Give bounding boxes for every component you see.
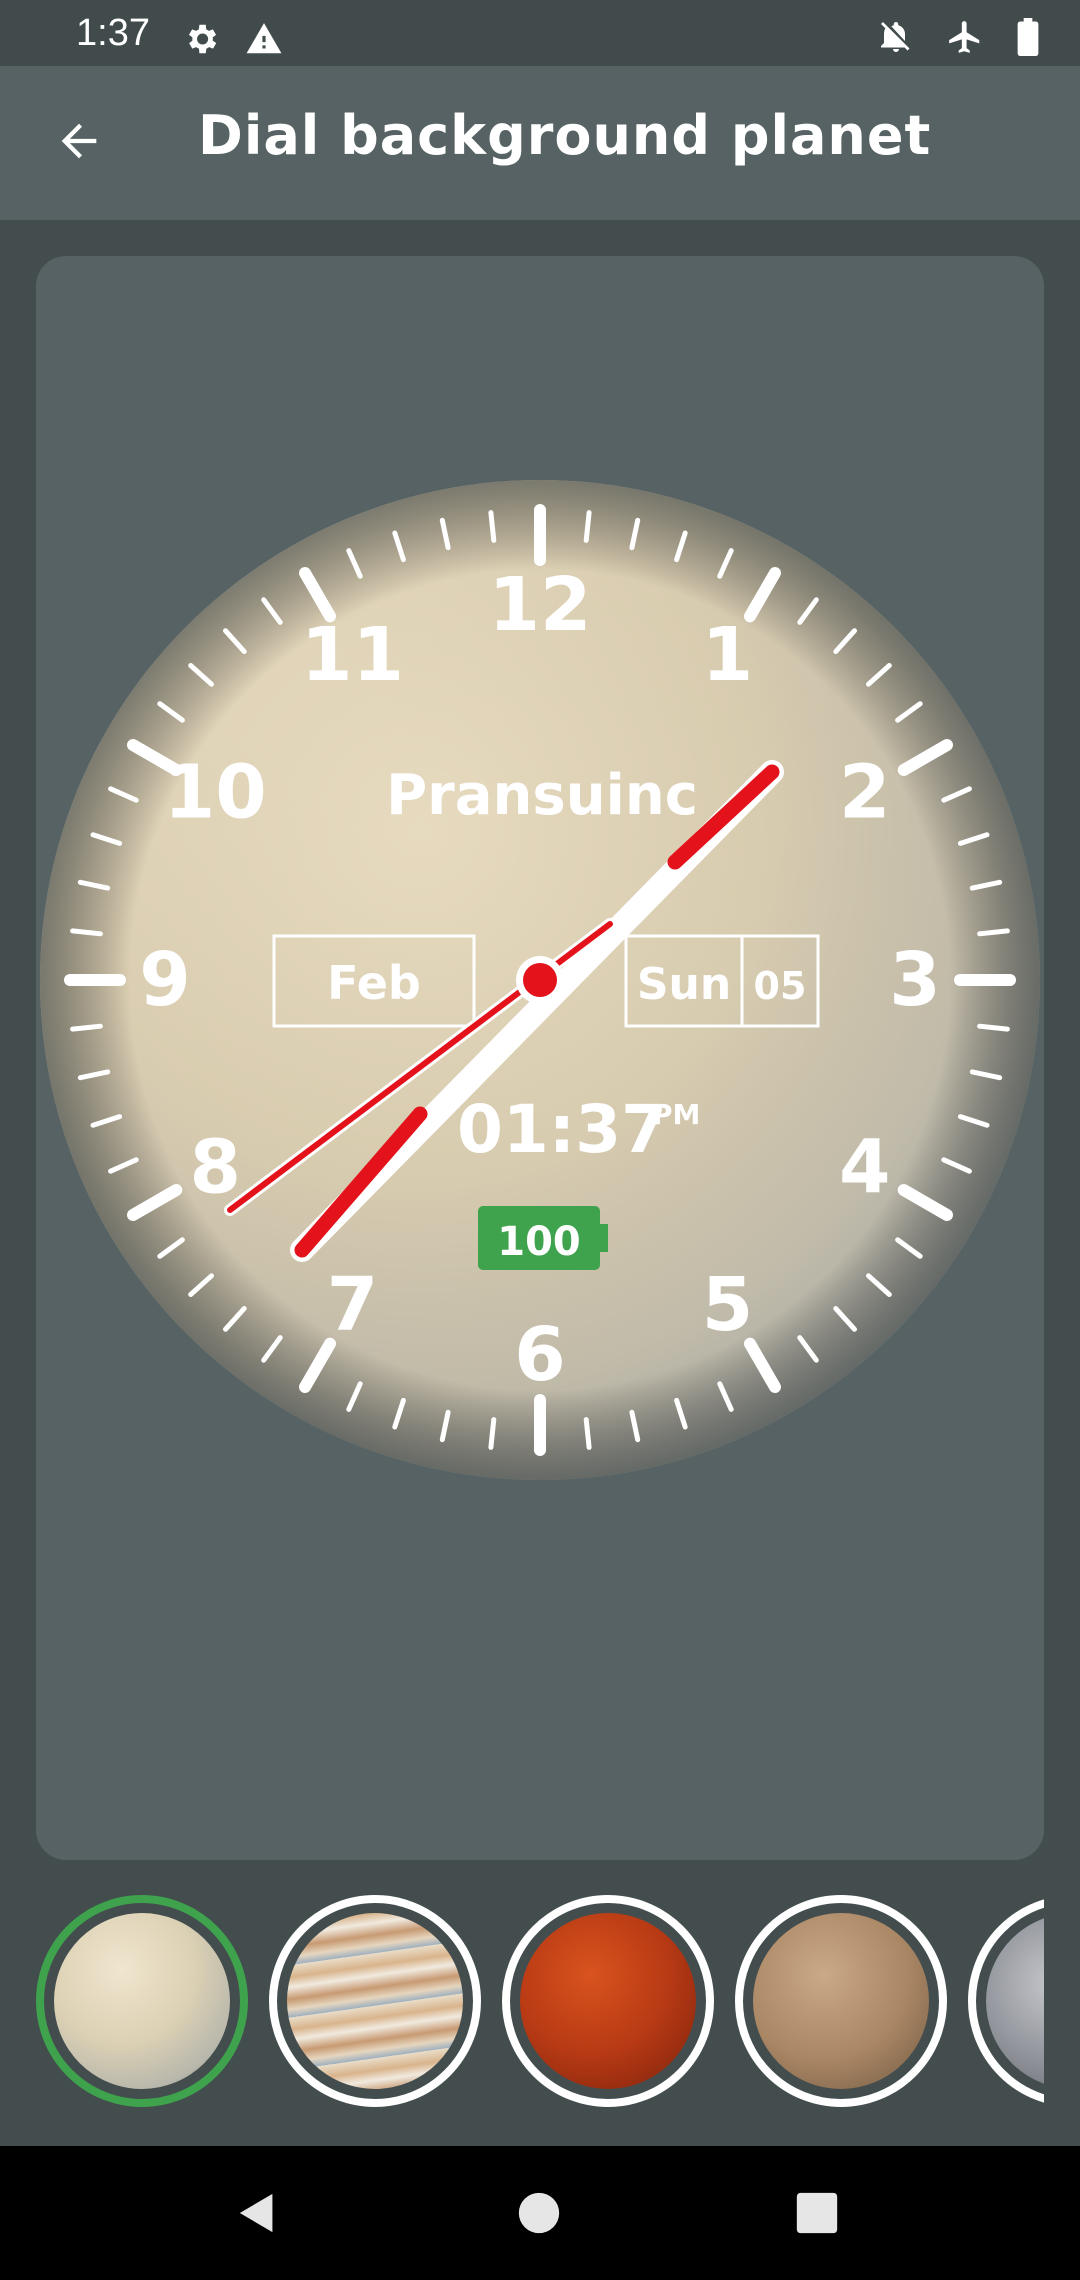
minute-tick	[488, 1417, 497, 1450]
notifications-off-icon	[881, 22, 910, 52]
page-title: Dial background planet	[198, 104, 932, 167]
month-label: Feb	[327, 956, 421, 1010]
back-triangle-icon	[239, 2193, 273, 2233]
home-circle-icon	[518, 2192, 560, 2234]
dial-numeral: 2	[839, 750, 891, 836]
hand-pivot-center	[523, 963, 557, 997]
warning-icon	[246, 23, 282, 54]
status-bar: 1:37	[0, 0, 1080, 66]
day-label: 05	[754, 964, 807, 1008]
planet-option-mars[interactable]	[502, 1895, 714, 2107]
nav-back-button[interactable]	[222, 2176, 296, 2250]
planet-moon-image	[986, 1913, 1044, 2089]
dial-numeral: 5	[702, 1262, 754, 1348]
minute-tick	[488, 510, 497, 543]
minute-tick	[70, 1023, 103, 1032]
gear-icon	[188, 24, 217, 54]
battery-level: 100	[497, 1219, 581, 1265]
minute-tick	[583, 1417, 592, 1450]
minute-tick	[583, 510, 592, 543]
minute-tick	[70, 928, 103, 937]
clock-preview: 12 12 3 45 6 78 9 10 11 Pransuinc Feb Sun 05 01:…	[40, 480, 1040, 1480]
dial-numeral: 10	[164, 750, 267, 836]
minute-tick	[977, 1023, 1010, 1032]
dial-numeral: 12	[489, 562, 592, 648]
dial-numeral: 4	[839, 1125, 891, 1211]
dial-numeral: 3	[889, 937, 941, 1023]
dial-numeral: 1	[702, 612, 754, 698]
planet-option-jupiter[interactable]	[269, 1895, 481, 2107]
dial-numeral: 8	[189, 1125, 241, 1211]
brand-label: Pransuinc	[386, 763, 698, 828]
planet-option-venus[interactable]	[36, 1895, 248, 2107]
planet-mars-image	[520, 1913, 696, 2089]
dial-numeral: 7	[327, 1262, 379, 1348]
planet-option-moon[interactable]	[968, 1895, 1044, 2107]
airplane-icon	[949, 21, 980, 53]
digital-time: 01:37	[457, 1091, 667, 1168]
planet-venus-image	[54, 1913, 230, 2089]
planet-mercury-image	[753, 1913, 929, 2089]
recents-square-icon	[796, 2192, 838, 2234]
dial-numeral: 6	[514, 1312, 566, 1398]
system-nav-bar	[0, 2146, 1080, 2280]
battery-icon	[1017, 18, 1039, 56]
ampm-label: PM	[652, 1098, 700, 1131]
back-button[interactable]	[44, 106, 114, 176]
planet-selector[interactable]	[0, 1895, 1044, 2115]
battery-tip	[600, 1224, 608, 1252]
status-time: 1:37	[76, 12, 150, 54]
minute-tick	[977, 928, 1010, 937]
weekday-label: Sun	[637, 959, 731, 1010]
app-bar: Dial background planet	[0, 66, 1080, 220]
nav-home-button[interactable]	[502, 2176, 576, 2250]
dial-numeral: 11	[301, 612, 404, 698]
nav-recents-button[interactable]	[780, 2176, 854, 2250]
dial-numeral: 9	[139, 937, 191, 1023]
arrow-back-icon	[61, 123, 97, 159]
planet-option-mercury[interactable]	[735, 1895, 947, 2107]
planet-jupiter-image	[287, 1913, 463, 2089]
